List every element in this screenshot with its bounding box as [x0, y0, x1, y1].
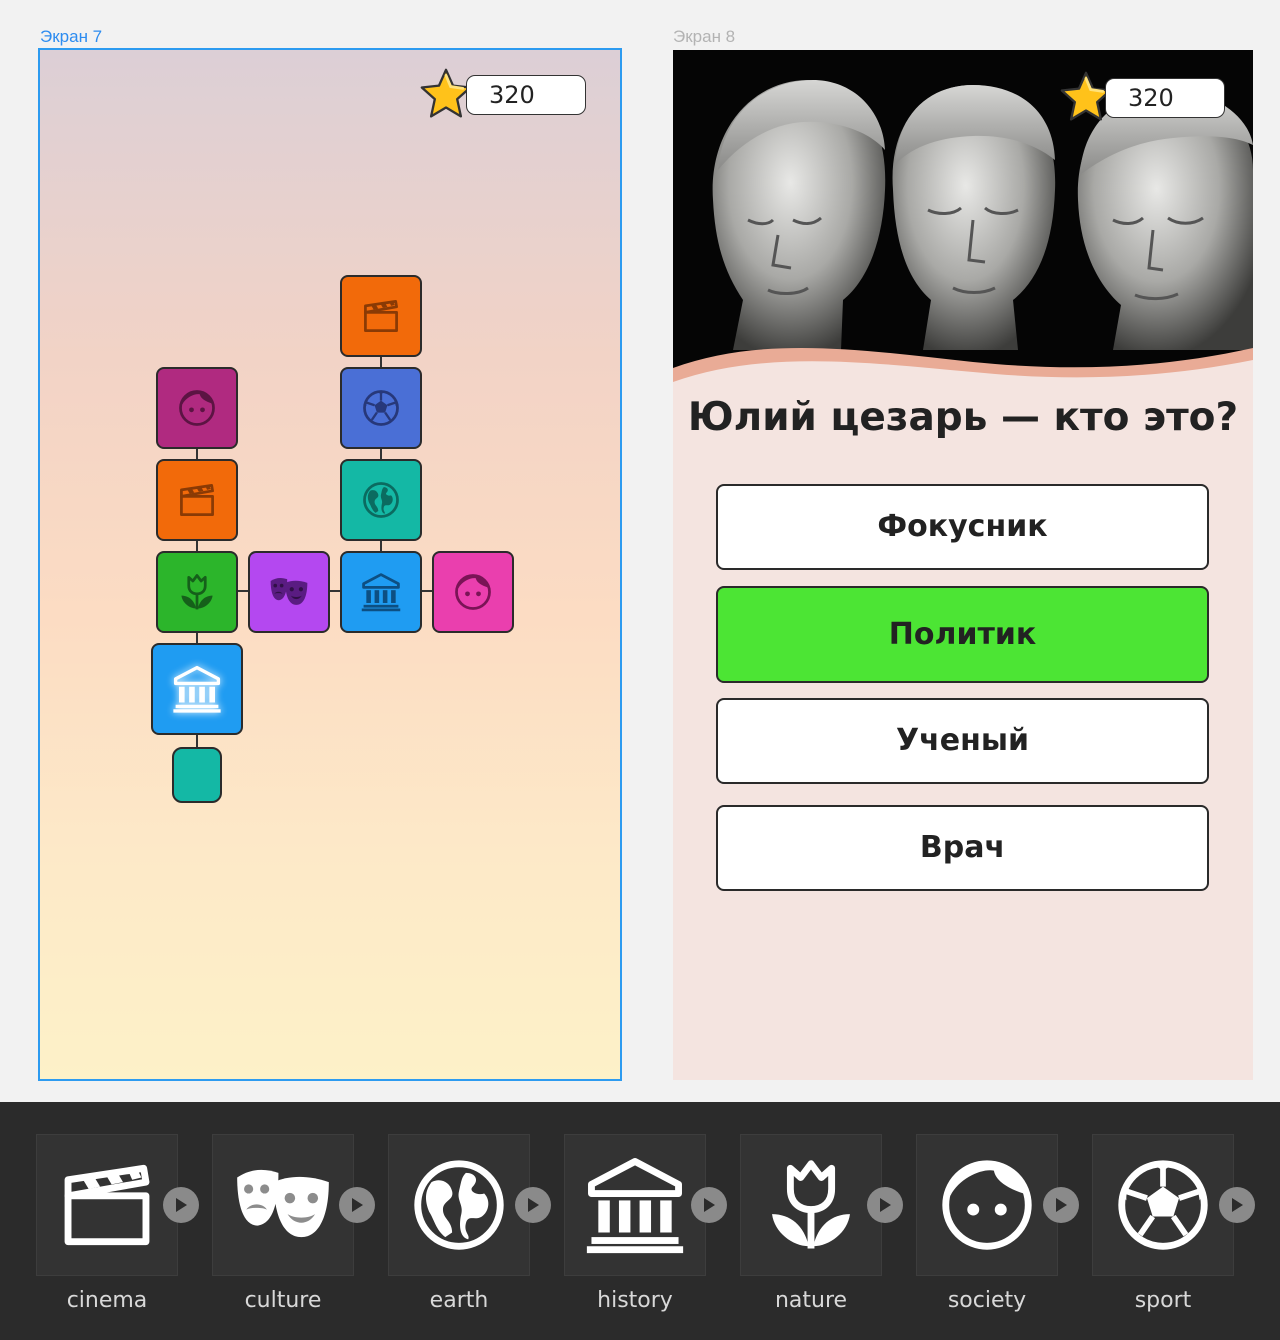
score-counter: 320 — [1105, 78, 1225, 118]
screen-7-map[interactable]: 320 — [38, 48, 622, 1081]
answer-option-1[interactable]: Фокусник — [716, 484, 1209, 570]
tile-cinema[interactable] — [156, 459, 238, 541]
tulip-icon — [175, 570, 219, 614]
asset-label: history — [597, 1288, 673, 1313]
screen-7-label[interactable]: Экран 7 — [40, 27, 102, 47]
theater-masks-icon — [267, 570, 311, 614]
asset-sport[interactable]: sport — [1092, 1134, 1255, 1313]
tile-nature[interactable] — [156, 551, 238, 633]
answer-option-2-correct[interactable]: Политик — [716, 586, 1209, 683]
tile-sport[interactable] — [340, 367, 422, 449]
asset-culture[interactable]: culture — [212, 1134, 375, 1313]
asset-history[interactable]: history — [564, 1134, 727, 1313]
tile-history[interactable] — [340, 551, 422, 633]
asset-society[interactable]: society — [916, 1134, 1079, 1313]
tile-history-current[interactable] — [151, 643, 243, 735]
answer-option-4[interactable]: Врач — [716, 805, 1209, 891]
asset-label: earth — [429, 1288, 489, 1313]
play-icon[interactable] — [867, 1187, 903, 1223]
play-icon[interactable] — [1043, 1187, 1079, 1223]
globe-icon — [359, 478, 403, 522]
question-text: Юлий цезарь — кто это? — [687, 395, 1239, 440]
asset-nature[interactable]: nature — [740, 1134, 903, 1313]
museum-icon — [170, 662, 224, 716]
screen-8-label[interactable]: Экран 8 — [673, 27, 735, 47]
play-icon[interactable] — [515, 1187, 551, 1223]
tile-society[interactable] — [432, 551, 514, 633]
museum-icon — [580, 1150, 690, 1260]
score-counter: 320 — [466, 75, 586, 115]
soccer-ball-icon — [359, 386, 403, 430]
asset-cinema[interactable]: cinema — [36, 1134, 199, 1313]
play-icon[interactable] — [339, 1187, 375, 1223]
tile-society[interactable] — [156, 367, 238, 449]
asset-panel: cinema culture earth history nature soci… — [0, 1102, 1280, 1340]
theater-masks-icon — [228, 1150, 338, 1260]
answer-option-3[interactable]: Ученый — [716, 698, 1209, 784]
tile-cinema[interactable] — [340, 275, 422, 357]
tile-earth[interactable] — [340, 459, 422, 541]
asset-label: nature — [774, 1288, 848, 1313]
asset-label: sport — [1134, 1288, 1192, 1313]
play-icon[interactable] — [1219, 1187, 1255, 1223]
asset-label: cinema — [66, 1288, 148, 1313]
face-icon — [451, 570, 495, 614]
clapper-icon — [52, 1150, 162, 1260]
play-icon[interactable] — [163, 1187, 199, 1223]
clapper-icon — [359, 294, 403, 338]
tulip-icon — [756, 1150, 866, 1260]
screen-8-quiz[interactable]: 320 Юлий цезарь — кто это? Фокусник Поли… — [673, 50, 1253, 1080]
asset-label: society — [947, 1288, 1027, 1313]
asset-earth[interactable]: earth — [388, 1134, 551, 1313]
museum-icon — [359, 570, 403, 614]
globe-icon — [404, 1150, 514, 1260]
tile-locked[interactable] — [172, 747, 222, 803]
soccer-ball-icon — [1108, 1150, 1218, 1260]
asset-label: culture — [244, 1288, 322, 1313]
play-icon[interactable] — [691, 1187, 727, 1223]
face-icon — [932, 1150, 1042, 1260]
tile-culture[interactable] — [248, 551, 330, 633]
clapper-icon — [175, 478, 219, 522]
face-icon — [175, 386, 219, 430]
